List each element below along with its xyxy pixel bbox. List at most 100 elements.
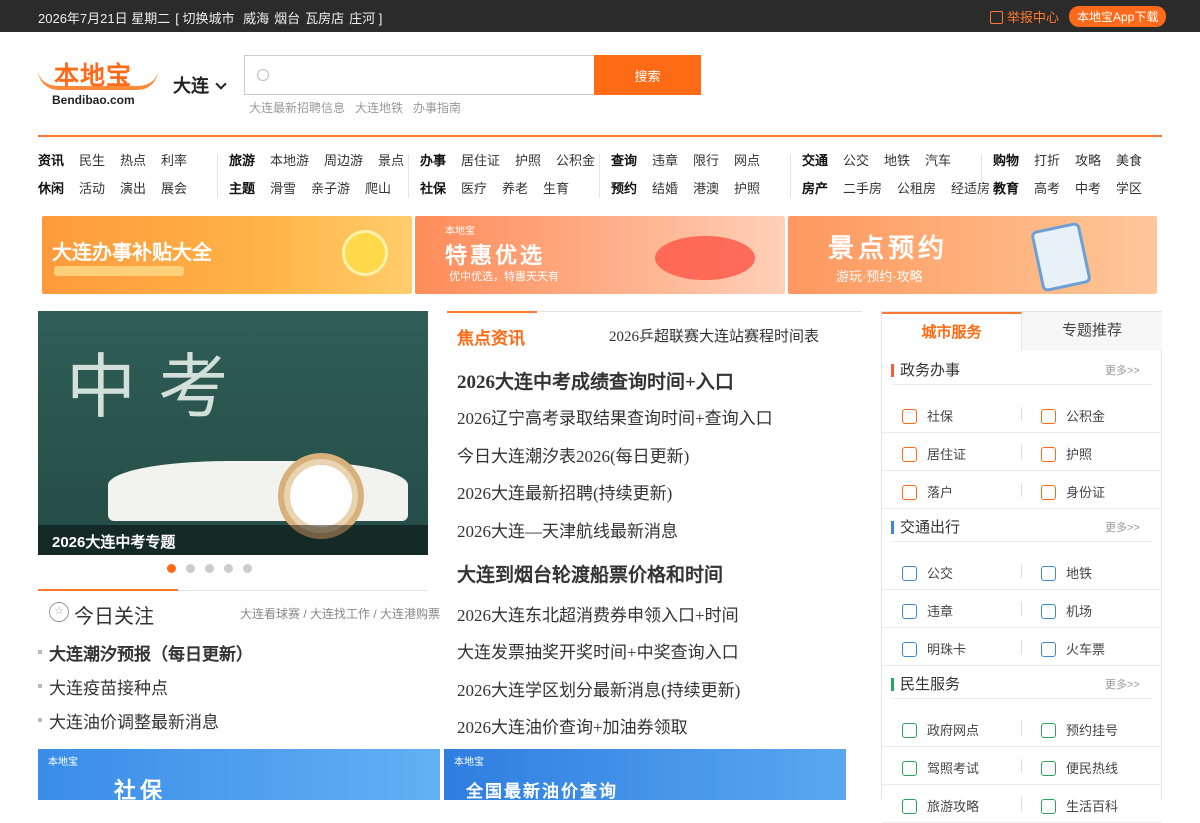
nav-link[interactable]: 公租房 [897,178,936,197]
app-download-button[interactable]: 本地宝App下载 [1069,6,1167,27]
service-link[interactable]: 政府网点 [902,720,979,739]
nav-category[interactable]: 办事 [420,150,446,169]
nav-category[interactable]: 旅游 [229,150,255,169]
nav-category[interactable]: 主题 [229,178,255,197]
city-link-weihai[interactable]: 威海 [243,11,269,26]
news-item[interactable]: 2026大连学区划分最新消息(持续更新) [457,676,773,713]
nav-link[interactable]: 生育 [543,178,569,197]
nav-link[interactable]: 展会 [161,178,187,197]
nav-link[interactable]: 爬山 [365,178,391,197]
banner-subsidy[interactable]: 大连办事补贴大全 [42,216,412,294]
nav-category[interactable]: 教育 [993,178,1019,197]
nav-link[interactable]: 经适房 [951,178,990,197]
service-link[interactable]: 社保 [902,406,953,425]
banner-scenic[interactable]: 景点预约 游玩·预约·攻略 [788,216,1157,294]
nav-link[interactable]: 护照 [515,150,541,169]
nav-link[interactable]: 护照 [734,178,760,197]
nav-link[interactable]: 景点 [378,150,404,169]
carousel-dot[interactable] [186,564,195,573]
nav-link[interactable]: 中考 [1075,178,1101,197]
nav-category[interactable]: 查询 [611,150,637,169]
carousel-dot[interactable] [224,564,233,573]
news-item[interactable]: 大连发票抽奖开奖时间+中奖查询入口 [457,638,773,675]
carousel-dot[interactable] [167,564,176,573]
more-link[interactable]: 更多>> [1105,519,1140,535]
service-link[interactable]: 公交 [902,563,953,582]
service-link[interactable]: 违章 [902,601,953,620]
site-logo[interactable]: 本地宝 Bendibao.com [38,56,158,108]
news-item[interactable]: 2026大连油价查询+加油券领取 [457,713,773,750]
nav-link[interactable]: 地铁 [884,150,910,169]
nav-link[interactable]: 公交 [843,150,869,169]
tab-city-services[interactable]: 城市服务 [882,312,1022,351]
nav-category[interactable]: 房产 [802,178,828,197]
service-link[interactable]: 机场 [1041,601,1092,620]
banner-social-security[interactable]: 本地宝 社保 [38,749,440,800]
city-link-yantai[interactable]: 烟台 [274,11,300,26]
nav-link[interactable]: 演出 [120,178,146,197]
nav-link[interactable]: 本地游 [270,150,309,169]
city-selector[interactable]: 大连 [173,72,227,98]
service-link[interactable]: 生活百科 [1041,796,1118,815]
more-link[interactable]: 更多>> [1105,362,1140,378]
nav-link[interactable]: 港澳 [693,178,719,197]
nav-link[interactable]: 打折 [1034,150,1060,169]
nav-link[interactable]: 周边游 [324,150,363,169]
service-link[interactable]: 地铁 [1041,563,1092,582]
tab-focus-news[interactable]: 焦点资讯 [457,324,525,349]
carousel-slide[interactable]: 中 考 2026大连中考专题 [38,311,428,555]
banner-oil-price[interactable]: 本地宝 全国最新油价查询 [444,749,846,800]
list-item[interactable]: 大连油价调整最新消息 [38,708,253,742]
news-item[interactable]: 今日大连潮汐表2026(每日更新) [457,442,773,479]
nav-category[interactable]: 休闲 [38,178,64,197]
service-link[interactable]: 驾照考试 [902,758,979,777]
nav-link[interactable]: 利率 [161,150,187,169]
service-link[interactable]: 居住证 [902,444,966,463]
service-link[interactable]: 身份证 [1041,482,1105,501]
nav-link[interactable]: 养老 [502,178,528,197]
city-link-zhuanghe[interactable]: 庄河 ] [349,11,382,26]
nav-link[interactable]: 结婚 [652,178,678,197]
service-link[interactable]: 公积金 [1041,406,1105,425]
search-button[interactable]: 搜索 [594,55,701,95]
hotword-link[interactable]: 办事指南 [413,101,461,115]
nav-category[interactable]: 资讯 [38,150,64,169]
carousel-dot[interactable] [205,564,214,573]
nav-link[interactable]: 医疗 [461,178,487,197]
nav-link[interactable]: 美食 [1116,150,1142,169]
service-link[interactable]: 护照 [1041,444,1092,463]
news-item[interactable]: 2026辽宁高考录取结果查询时间+查询入口 [457,404,773,441]
nav-category[interactable]: 购物 [993,150,1019,169]
list-item[interactable]: 大连疫苗接种点 [38,674,253,708]
news-item[interactable]: 2026大连—天津航线最新消息 [457,517,773,554]
today-links[interactable]: 大连看球赛 / 大连找工作 / 大连港购票 [240,605,440,622]
hotword-link[interactable]: 大连最新招聘信息 [249,101,345,115]
nav-link[interactable]: 网点 [734,150,760,169]
hotword-link[interactable]: 大连地铁 [355,101,403,115]
service-link[interactable]: 便民热线 [1041,758,1118,777]
nav-link[interactable]: 学区 [1116,178,1142,197]
search-input[interactable] [279,64,579,86]
nav-category[interactable]: 交通 [802,150,828,169]
service-link[interactable]: 落户 [902,482,953,501]
news-headline-link[interactable]: 2026乒超联赛大连站赛程时间表 [609,325,819,346]
news-item[interactable]: 2026大连东北超消费券申领入口+时间 [457,601,773,638]
city-link-wafangdian[interactable]: 瓦房店 [305,11,344,26]
nav-link[interactable]: 热点 [120,150,146,169]
nav-category[interactable]: 预约 [611,178,637,197]
nav-link[interactable]: 二手房 [843,178,882,197]
service-link[interactable]: 旅游攻略 [902,796,979,815]
nav-link[interactable]: 违章 [652,150,678,169]
nav-link[interactable]: 攻略 [1075,150,1101,169]
nav-link[interactable]: 活动 [79,178,105,197]
banner-deals[interactable]: 本地宝 特惠优选 优中优选，特惠天天有 [415,216,785,294]
tab-topics[interactable]: 专题推荐 [1022,312,1162,350]
nav-link[interactable]: 滑雪 [270,178,296,197]
nav-link[interactable]: 限行 [693,150,719,169]
carousel-dot[interactable] [243,564,252,573]
service-link[interactable]: 预约挂号 [1041,720,1118,739]
nav-link[interactable]: 高考 [1034,178,1060,197]
news-item[interactable]: 2026大连最新招聘(持续更新) [457,479,773,516]
news-item[interactable]: 2026大连中考成绩查询时间+入口 [457,367,773,404]
service-link[interactable]: 明珠卡 [902,639,966,658]
